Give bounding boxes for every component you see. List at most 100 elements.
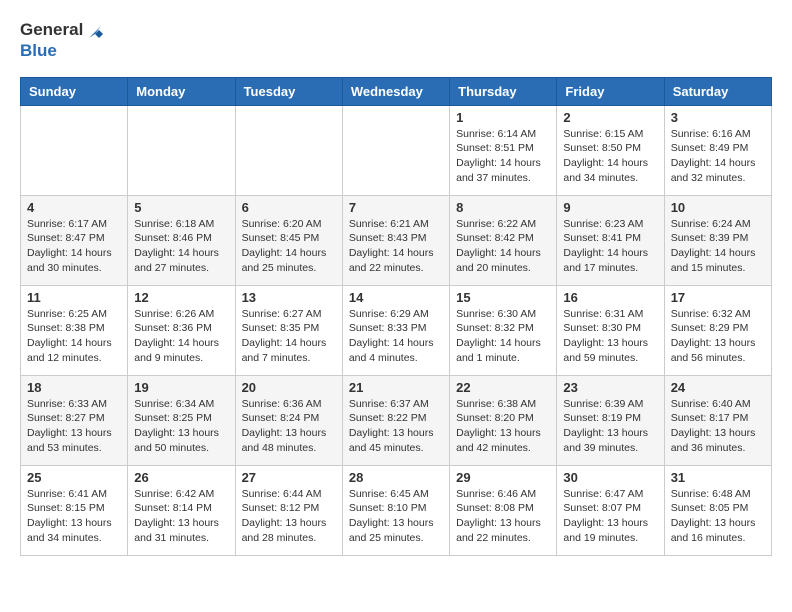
day-number: 1 bbox=[456, 110, 550, 125]
day-number: 2 bbox=[563, 110, 657, 125]
day-info: Sunrise: 6:46 AM Sunset: 8:08 PM Dayligh… bbox=[456, 487, 550, 546]
calendar-cell: 27 Sunrise: 6:44 AM Sunset: 8:12 PM Dayli… bbox=[235, 465, 342, 555]
calendar-cell: 29 Sunrise: 6:46 AM Sunset: 8:08 PM Dayli… bbox=[450, 465, 557, 555]
day-number: 25 bbox=[27, 470, 121, 485]
day-info: Sunrise: 6:20 AM Sunset: 8:45 PM Dayligh… bbox=[242, 217, 336, 276]
calendar-cell: 10 Sunrise: 6:24 AM Sunset: 8:39 PM Dayli… bbox=[664, 195, 771, 285]
day-info: Sunrise: 6:36 AM Sunset: 8:24 PM Dayligh… bbox=[242, 397, 336, 456]
day-number: 22 bbox=[456, 380, 550, 395]
day-number: 5 bbox=[134, 200, 228, 215]
calendar-week-row: 4 Sunrise: 6:17 AM Sunset: 8:47 PM Daylig… bbox=[21, 195, 772, 285]
calendar-week-row: 18Sunrise: 6:33 AM Sunset: 8:27 PM Dayli… bbox=[21, 375, 772, 465]
day-number: 13 bbox=[242, 290, 336, 305]
day-info: Sunrise: 6:33 AM Sunset: 8:27 PM Dayligh… bbox=[27, 397, 121, 456]
day-info: Sunrise: 6:31 AM Sunset: 8:30 PM Dayligh… bbox=[563, 307, 657, 366]
calendar-cell bbox=[128, 105, 235, 195]
calendar-week-row: 1 Sunrise: 6:14 AM Sunset: 8:51 PM Daylig… bbox=[21, 105, 772, 195]
day-number: 26 bbox=[134, 470, 228, 485]
logo-blue: Blue bbox=[20, 41, 57, 60]
day-number: 12 bbox=[134, 290, 228, 305]
day-info: Sunrise: 6:48 AM Sunset: 8:05 PM Dayligh… bbox=[671, 487, 765, 546]
logo-text: General Blue bbox=[20, 20, 107, 61]
day-info: Sunrise: 6:14 AM Sunset: 8:51 PM Dayligh… bbox=[456, 127, 550, 186]
logo-bird-icon bbox=[85, 20, 107, 42]
calendar-cell: 28 Sunrise: 6:45 AM Sunset: 8:10 PM Dayli… bbox=[342, 465, 449, 555]
day-number: 19 bbox=[134, 380, 228, 395]
day-info: Sunrise: 6:22 AM Sunset: 8:42 PM Dayligh… bbox=[456, 217, 550, 276]
day-info: Sunrise: 6:23 AM Sunset: 8:41 PM Dayligh… bbox=[563, 217, 657, 276]
calendar-cell bbox=[342, 105, 449, 195]
calendar-cell: 1 Sunrise: 6:14 AM Sunset: 8:51 PM Daylig… bbox=[450, 105, 557, 195]
day-info: Sunrise: 6:21 AM Sunset: 8:43 PM Dayligh… bbox=[349, 217, 443, 276]
calendar-cell: 12 Sunrise: 6:26 AM Sunset: 8:36 PM Dayli… bbox=[128, 285, 235, 375]
calendar-cell: 23Sunrise: 6:39 AM Sunset: 8:19 PM Dayli… bbox=[557, 375, 664, 465]
day-info: Sunrise: 6:37 AM Sunset: 8:22 PM Dayligh… bbox=[349, 397, 443, 456]
calendar-cell: 19 Sunrise: 6:34 AM Sunset: 8:25 PM Dayli… bbox=[128, 375, 235, 465]
day-number: 24 bbox=[671, 380, 765, 395]
calendar-cell: 8 Sunrise: 6:22 AM Sunset: 8:42 PM Daylig… bbox=[450, 195, 557, 285]
calendar-cell bbox=[235, 105, 342, 195]
calendar-table: SundayMondayTuesdayWednesdayThursdayFrid… bbox=[20, 77, 772, 556]
calendar-cell: 24Sunrise: 6:40 AM Sunset: 8:17 PM Dayli… bbox=[664, 375, 771, 465]
day-info: Sunrise: 6:42 AM Sunset: 8:14 PM Dayligh… bbox=[134, 487, 228, 546]
day-number: 29 bbox=[456, 470, 550, 485]
day-number: 9 bbox=[563, 200, 657, 215]
calendar-cell: 15Sunrise: 6:30 AM Sunset: 8:32 PM Dayli… bbox=[450, 285, 557, 375]
day-info: Sunrise: 6:18 AM Sunset: 8:46 PM Dayligh… bbox=[134, 217, 228, 276]
header-wednesday: Wednesday bbox=[342, 77, 449, 105]
day-number: 4 bbox=[27, 200, 121, 215]
calendar-cell: 2 Sunrise: 6:15 AM Sunset: 8:50 PM Daylig… bbox=[557, 105, 664, 195]
day-info: Sunrise: 6:41 AM Sunset: 8:15 PM Dayligh… bbox=[27, 487, 121, 546]
day-number: 11 bbox=[27, 290, 121, 305]
day-info: Sunrise: 6:25 AM Sunset: 8:38 PM Dayligh… bbox=[27, 307, 121, 366]
calendar-week-row: 11 Sunrise: 6:25 AM Sunset: 8:38 PM Dayli… bbox=[21, 285, 772, 375]
header-tuesday: Tuesday bbox=[235, 77, 342, 105]
calendar-cell bbox=[21, 105, 128, 195]
calendar-cell: 6 Sunrise: 6:20 AM Sunset: 8:45 PM Daylig… bbox=[235, 195, 342, 285]
day-number: 21 bbox=[349, 380, 443, 395]
page-header: General Blue bbox=[20, 20, 772, 61]
calendar-cell: 18Sunrise: 6:33 AM Sunset: 8:27 PM Dayli… bbox=[21, 375, 128, 465]
day-number: 8 bbox=[456, 200, 550, 215]
calendar-cell: 17 Sunrise: 6:32 AM Sunset: 8:29 PM Dayli… bbox=[664, 285, 771, 375]
day-number: 14 bbox=[349, 290, 443, 305]
header-saturday: Saturday bbox=[664, 77, 771, 105]
header-monday: Monday bbox=[128, 77, 235, 105]
day-number: 3 bbox=[671, 110, 765, 125]
calendar-header-row: SundayMondayTuesdayWednesdayThursdayFrid… bbox=[21, 77, 772, 105]
day-number: 20 bbox=[242, 380, 336, 395]
day-number: 7 bbox=[349, 200, 443, 215]
day-info: Sunrise: 6:45 AM Sunset: 8:10 PM Dayligh… bbox=[349, 487, 443, 546]
calendar-cell: 21 Sunrise: 6:37 AM Sunset: 8:22 PM Dayli… bbox=[342, 375, 449, 465]
day-info: Sunrise: 6:32 AM Sunset: 8:29 PM Dayligh… bbox=[671, 307, 765, 366]
day-info: Sunrise: 6:44 AM Sunset: 8:12 PM Dayligh… bbox=[242, 487, 336, 546]
day-number: 30 bbox=[563, 470, 657, 485]
day-number: 28 bbox=[349, 470, 443, 485]
day-info: Sunrise: 6:39 AM Sunset: 8:19 PM Dayligh… bbox=[563, 397, 657, 456]
header-friday: Friday bbox=[557, 77, 664, 105]
day-info: Sunrise: 6:47 AM Sunset: 8:07 PM Dayligh… bbox=[563, 487, 657, 546]
day-number: 10 bbox=[671, 200, 765, 215]
day-info: Sunrise: 6:29 AM Sunset: 8:33 PM Dayligh… bbox=[349, 307, 443, 366]
day-info: Sunrise: 6:27 AM Sunset: 8:35 PM Dayligh… bbox=[242, 307, 336, 366]
day-info: Sunrise: 6:16 AM Sunset: 8:49 PM Dayligh… bbox=[671, 127, 765, 186]
day-number: 6 bbox=[242, 200, 336, 215]
day-info: Sunrise: 6:15 AM Sunset: 8:50 PM Dayligh… bbox=[563, 127, 657, 186]
calendar-cell: 30 Sunrise: 6:47 AM Sunset: 8:07 PM Dayli… bbox=[557, 465, 664, 555]
day-info: Sunrise: 6:26 AM Sunset: 8:36 PM Dayligh… bbox=[134, 307, 228, 366]
day-number: 15 bbox=[456, 290, 550, 305]
day-number: 27 bbox=[242, 470, 336, 485]
day-number: 16 bbox=[563, 290, 657, 305]
day-info: Sunrise: 6:17 AM Sunset: 8:47 PM Dayligh… bbox=[27, 217, 121, 276]
calendar-cell: 7 Sunrise: 6:21 AM Sunset: 8:43 PM Daylig… bbox=[342, 195, 449, 285]
calendar-cell: 31Sunrise: 6:48 AM Sunset: 8:05 PM Dayli… bbox=[664, 465, 771, 555]
calendar-cell: 16 Sunrise: 6:31 AM Sunset: 8:30 PM Dayli… bbox=[557, 285, 664, 375]
calendar-cell: 14 Sunrise: 6:29 AM Sunset: 8:33 PM Dayli… bbox=[342, 285, 449, 375]
logo: General Blue bbox=[20, 20, 107, 61]
day-number: 17 bbox=[671, 290, 765, 305]
calendar-cell: 13 Sunrise: 6:27 AM Sunset: 8:35 PM Dayli… bbox=[235, 285, 342, 375]
day-info: Sunrise: 6:34 AM Sunset: 8:25 PM Dayligh… bbox=[134, 397, 228, 456]
calendar-cell: 5 Sunrise: 6:18 AM Sunset: 8:46 PM Daylig… bbox=[128, 195, 235, 285]
day-info: Sunrise: 6:24 AM Sunset: 8:39 PM Dayligh… bbox=[671, 217, 765, 276]
calendar-cell: 26 Sunrise: 6:42 AM Sunset: 8:14 PM Dayli… bbox=[128, 465, 235, 555]
